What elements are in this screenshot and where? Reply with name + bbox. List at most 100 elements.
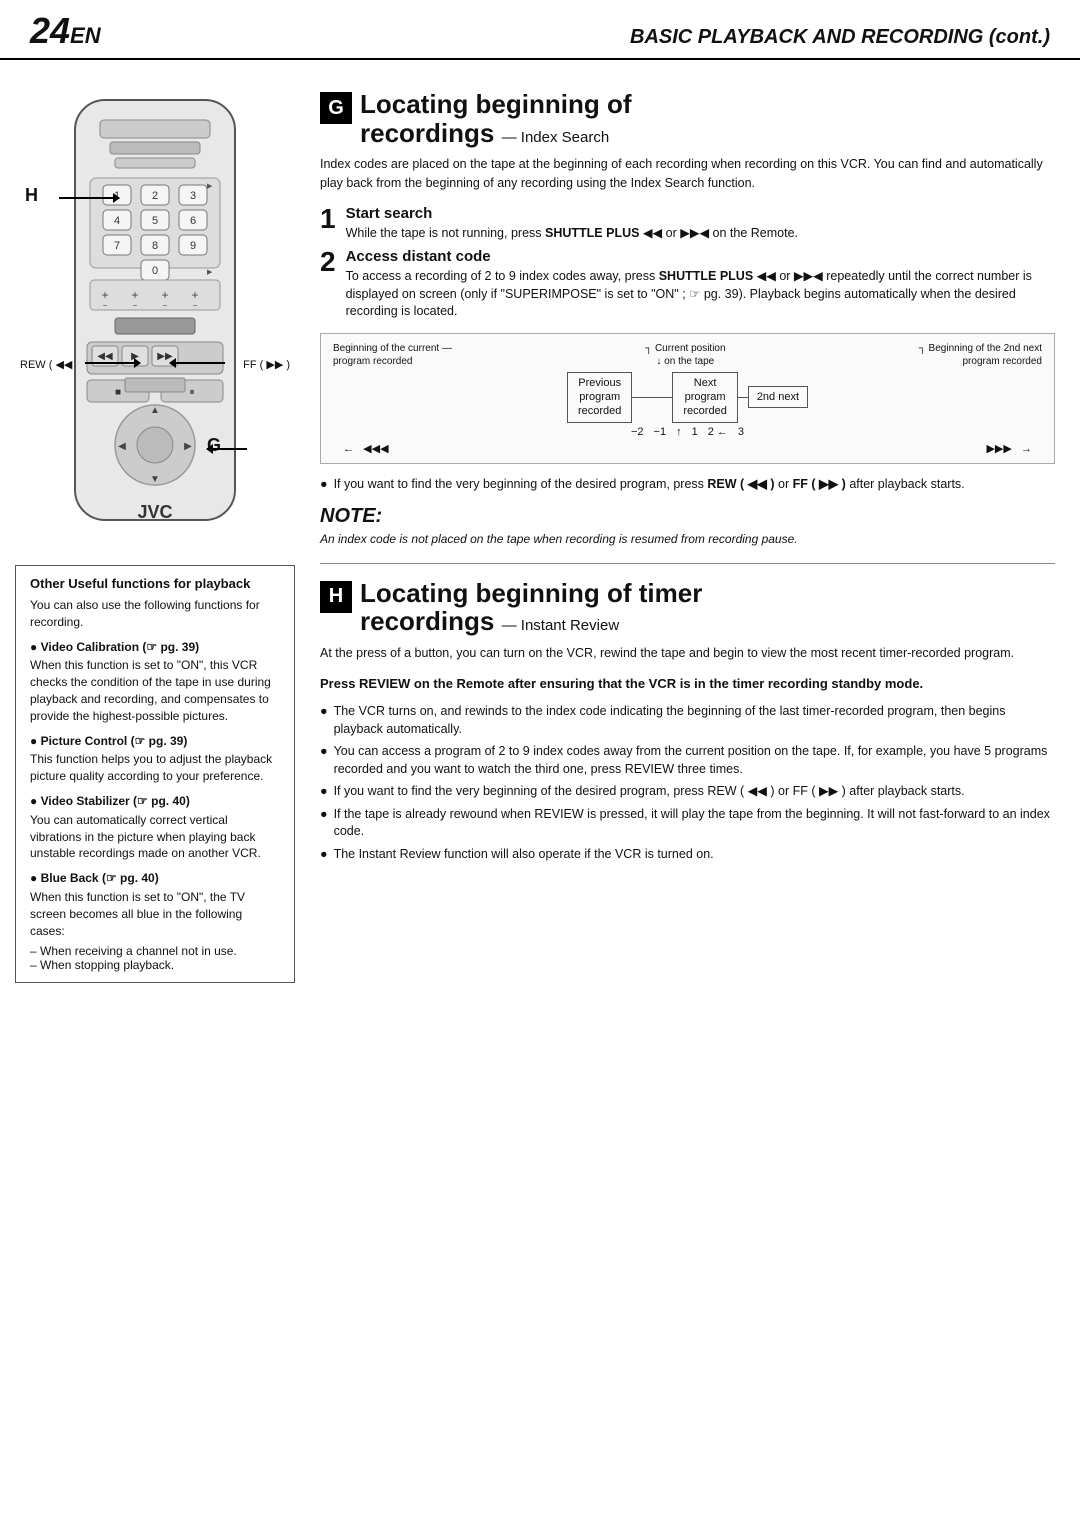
diagram-arrow-left: ↑ [676,426,682,438]
index-diagram: Beginning of the current —program record… [320,333,1055,464]
bullet-g1-text: If you want to find the very beginning o… [334,476,965,494]
svg-text:■: ■ [115,387,121,398]
section-g-title: Locating beginning of recordings — Index… [360,90,632,147]
note-title: NOTE: [320,505,1055,528]
svg-text:▲: ▲ [150,405,160,416]
svg-text:−: − [133,301,138,310]
diagram-num-3: 3 [738,426,744,438]
step-1-number: 1 [320,205,336,233]
bullet-h-4: ● If the tape is already rewound when RE… [320,806,1055,841]
bullet-h-5: ● The Instant Review function will also … [320,846,1055,864]
bullet-h-2: ● You can access a program of 2 to 9 ind… [320,743,1055,778]
svg-text:8: 8 [152,240,158,252]
diagram-label-3: ┐ Beginning of the 2nd next program reco… [919,342,1042,368]
bullet-h1-text: The VCR turns on, and rewinds to the ind… [334,703,1055,738]
arrow-ff [170,362,225,364]
section-h-title-block: Locating beginning of timer recordings —… [360,579,702,636]
arrow-g [207,448,247,450]
label-ff: FF ( ▶▶ ) [243,358,290,371]
bullet-dot-h1: ● [320,703,328,721]
note-box: NOTE: An index code is not placed on the… [320,505,1055,548]
sidebar-bullet-2: When stopping playback. [30,958,280,972]
left-column: H REW ( ◀◀ FF ( ▶▶ ) G 1 [0,70,310,993]
section-h-subtitle: — Instant Review [502,617,620,634]
section-g-title-line1: Locating beginning of [360,89,632,119]
bullet-dot-h4: ● [320,806,328,824]
svg-text:▶: ▶ [207,183,213,190]
section-divider [320,563,1055,564]
svg-text:▼: ▼ [150,474,160,485]
sidebar-item3-title: ● Video Stabilizer (☞ pg. 40) [30,793,280,810]
diagram-line-1 [632,397,672,398]
sidebar-item2-text: This function helps you to adjust the pl… [30,751,280,785]
section-h-badge: H [320,581,352,613]
sidebar-box-title: Other Useful functions for playback [30,576,280,591]
svg-text:3: 3 [190,190,196,202]
svg-text:4: 4 [114,215,120,227]
step-1-content: Start search While the tape is not runni… [346,205,798,243]
page-header: 24EN BASIC PLAYBACK AND RECORDING (cont.… [0,0,1080,60]
svg-text:0: 0 [152,265,158,277]
label-h: H [25,185,38,206]
sidebar-intro: You can also use the following functions… [30,597,280,631]
section-h-intro: At the press of a button, you can turn o… [320,644,1055,663]
section-h-title-line2: recordings — Instant Review [360,606,619,636]
label-rew: REW ( ◀◀ [20,358,72,371]
section-h-title: Locating beginning of timer recordings —… [360,579,702,636]
arrow-h [59,197,119,199]
sidebar-item1-title: ● Video Calibration (☞ pg. 39) [30,639,280,656]
bullet-h2-text: You can access a program of 2 to 9 index… [334,743,1055,778]
sidebar-item1-text: When this function is set to "ON", this … [30,657,280,724]
svg-text:5: 5 [152,215,158,227]
bullet-dot-h3: ● [320,783,328,801]
diagram-arrow-ff: ▶▶▶ → [986,442,1032,455]
section-h-title-line1: Locating beginning of timer [360,578,702,608]
section-h-header: H Locating beginning of timer recordings… [320,579,1055,636]
page-title: BASIC PLAYBACK AND RECORDING (cont.) [630,26,1050,49]
bullet-h-3: ● If you want to find the very beginning… [320,783,1055,801]
section-g-subtitle: — Index Search [502,129,610,146]
step-2-text: To access a recording of 2 to 9 index co… [346,268,1055,321]
step-2-title: Access distant code [346,248,1055,265]
arrow-rew [85,362,140,364]
sidebar-bullet-1: When receiving a channel not in use. [30,944,280,958]
diagram-line-2 [738,397,748,398]
diagram-box-next: Nextprogramrecorded [672,372,737,423]
svg-text:+: + [101,288,108,302]
note-text: An index code is not placed on the tape … [320,531,1055,548]
svg-text:◀: ◀ [118,441,126,452]
bullet-dot-g1: ● [320,476,328,494]
section-g-title-block: Locating beginning of recordings — Index… [360,90,632,147]
sidebar-item4-title: ● Blue Back (☞ pg. 40) [30,870,280,887]
diagram-label-1: Beginning of the current —program record… [333,342,452,368]
diagram-num-minus2: −2 [631,426,644,438]
step-1: 1 Start search While the tape is not run… [320,205,1055,243]
svg-text:⏸: ⏸ [190,387,195,398]
diagram-box-prev: Previousprogramrecorded [567,372,632,423]
right-column: G Locating beginning of recordings — Ind… [310,70,1080,993]
svg-text:▶: ▶ [184,441,192,452]
sidebar-item4-bullets: When receiving a channel not in use. Whe… [30,944,280,972]
step-1-text: While the tape is not running, press SHU… [346,225,798,243]
page-number-text: 24 [30,10,70,51]
sidebar-item3-text: You can automatically correct vertical v… [30,812,280,862]
step-2: 2 Access distant code To access a record… [320,248,1055,321]
diagram-arrow-rew: ← ◀◀◀ [343,442,389,455]
page-suffix: EN [70,23,101,48]
remote-svg: 1 2 3 ▶ 4 5 6 7 8 9 [35,90,275,540]
bullet-h-1: ● The VCR turns on, and rewinds to the i… [320,703,1055,738]
diagram-label-2: ┐ Current position↓ on the tape [645,342,725,368]
main-content: H REW ( ◀◀ FF ( ▶▶ ) G 1 [0,60,1080,1003]
section-h-press-note: Press REVIEW on the Remote after ensurin… [320,675,1055,693]
page-number: 24EN [30,10,101,52]
bullet-dot-h5: ● [320,846,328,864]
svg-text:▶: ▶ [207,269,213,276]
svg-text:−: − [163,301,168,310]
bullet-dot-h2: ● [320,743,328,761]
svg-text:−: − [193,301,198,310]
diagram-num-2: 2 ← [708,426,728,438]
bullet-h4-text: If the tape is already rewound when REVI… [334,806,1055,841]
svg-text:6: 6 [190,215,196,227]
svg-text:+: + [161,288,168,302]
step-2-content: Access distant code To access a recordin… [346,248,1055,321]
